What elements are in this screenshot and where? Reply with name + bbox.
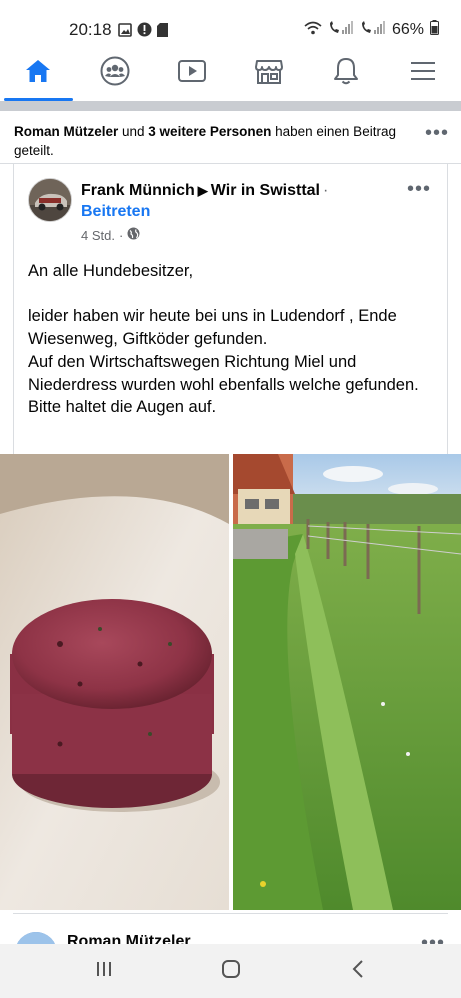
battery-percent: 66%	[391, 21, 424, 38]
bell-icon	[332, 56, 360, 91]
post-author-line: Frank Münnich ▶ Wir in Swisttal ·	[81, 182, 329, 199]
more-options-icon[interactable]: •••	[425, 123, 449, 143]
home-button[interactable]	[201, 951, 261, 991]
post-body: An alle Hundebesitzer, leider haben wir …	[28, 260, 438, 419]
hamburger-icon	[410, 60, 436, 87]
alert-icon	[137, 22, 152, 42]
photo-field-path[interactable]	[233, 454, 461, 910]
post-group[interactable]: Wir in Swisttal	[211, 182, 320, 199]
call-signal-2-icon	[360, 20, 386, 40]
gallery-icon	[118, 22, 132, 42]
battery-icon	[430, 20, 439, 40]
post-meta: 4 Std. ·	[81, 227, 140, 243]
shared-by-header: Roman Mützeler und 3 weitere Personen ha…	[0, 111, 461, 165]
nav-marketplace[interactable]	[231, 46, 307, 101]
shared-actor[interactable]: Roman Mützeler	[14, 124, 118, 139]
status-bar: 20:18 66%	[0, 0, 461, 46]
home-button-icon	[221, 959, 241, 984]
post-more-options-icon[interactable]: •••	[407, 179, 431, 199]
globe-icon	[127, 227, 140, 243]
call-signal-1-icon	[328, 20, 354, 40]
photo-poison-bait[interactable]	[0, 454, 229, 910]
status-time: 20:18	[69, 20, 112, 39]
groups-icon	[100, 56, 130, 91]
join-group-button[interactable]: Beitreten	[81, 203, 150, 221]
system-navigation-bar	[0, 944, 461, 998]
wifi-icon	[304, 21, 322, 40]
sd-card-icon	[157, 22, 168, 42]
post-author[interactable]: Frank Münnich	[81, 182, 195, 199]
post-paragraph: leider haben wir heute bei uns in Ludend…	[28, 307, 397, 349]
top-navigation	[0, 46, 461, 101]
author-avatar[interactable]	[28, 178, 72, 222]
shared-by-text: Roman Mützeler und 3 weitere Personen ha…	[14, 124, 396, 158]
nav-divider	[0, 101, 461, 111]
play-arrow-icon: ▶	[197, 183, 208, 198]
back-button[interactable]	[328, 951, 388, 991]
post-line-2: Auf den Wirtschaftswegen Richtung Miel u…	[28, 352, 419, 394]
recent-apps-icon	[95, 960, 113, 983]
shared-others[interactable]: 3 weitere Personen	[148, 124, 271, 139]
post-line-3: Bitte haltet die Augen auf.	[28, 398, 217, 417]
nav-home[interactable]	[0, 46, 76, 101]
back-icon	[350, 959, 366, 984]
store-icon	[254, 57, 284, 90]
nav-watch[interactable]	[154, 46, 230, 101]
video-icon	[177, 58, 207, 89]
post-time[interactable]: 4 Std.	[81, 228, 115, 243]
divider	[0, 163, 461, 164]
recent-apps-button[interactable]	[74, 951, 134, 991]
home-icon	[24, 57, 52, 90]
nav-menu[interactable]	[385, 46, 461, 101]
nav-groups[interactable]	[77, 46, 153, 101]
post-greeting: An alle Hundebesitzer,	[28, 262, 194, 280]
nav-notifications[interactable]	[308, 46, 384, 101]
